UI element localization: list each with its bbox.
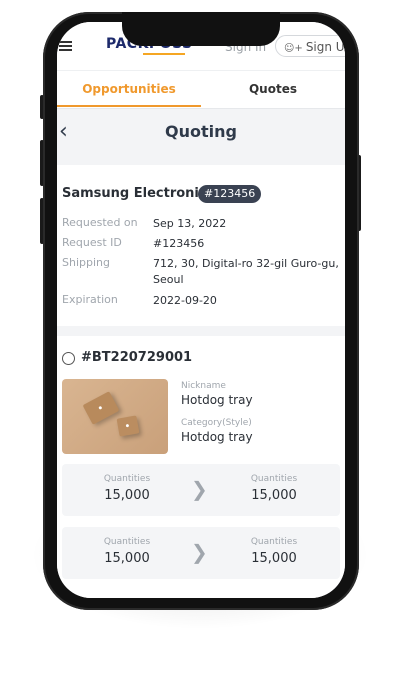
detail-key: Expiration [62,293,118,306]
quantity-row: Quantities 15,000 ❯ Quantities 15,000 [62,527,340,579]
product-thumbnail [62,379,168,454]
company-name: Samsung Electronic [62,186,207,201]
phone-screen: PACKPOSS Sign In ☺+Sign Up Opportunities… [57,22,345,598]
detail-key: Requested on [62,216,138,229]
quantity-row: Quantities 15,000 ❯ Quantities 15,000 [62,464,340,516]
request-badge: #123456 [198,185,262,203]
phone-notch [122,12,280,46]
tab-bar: Opportunities Quotes [57,70,345,109]
quote-select-radio[interactable] [62,352,75,365]
active-tab-indicator [57,105,201,107]
detail-key: Request ID [62,236,122,249]
quantity-label: Quantities [250,537,298,547]
sign-up-button[interactable]: ☺+Sign Up [275,35,345,57]
detail-value: 2022-09-20 [153,294,217,307]
box-image [82,391,120,425]
menu-icon[interactable] [59,41,72,51]
quantity-label: Quantities [250,474,298,484]
tab-quotes[interactable]: Quotes [201,71,345,108]
quote-id: #BT220729001 [81,350,193,365]
tab-opportunities[interactable]: Opportunities [57,71,201,108]
category-value: Hotdog tray [181,430,253,444]
quote-card: #BT220729001 Nickname Hotdog tray Catego… [57,336,345,598]
sign-up-label: Sign Up [305,40,345,54]
request-card: Samsung Electronic #123456 Requested on … [57,165,345,326]
detail-value: 712, 30, Digital-ro 32-gil Guro-gu, Seou… [153,257,339,286]
quantity-label: Quantities [103,537,151,547]
detail-key: Shipping [62,256,110,269]
add-user-icon: ☺+ [284,43,303,54]
quantity-value: 15,000 [104,488,150,503]
nickname-value: Hotdog tray [181,393,253,407]
detail-value: #123456 [153,237,205,250]
box-image [116,415,140,437]
quantity-value: 15,000 [251,551,297,566]
chevron-right-icon: ❯ [191,540,208,564]
quantity-value: 15,000 [251,488,297,503]
page-title: Quoting [165,122,237,141]
logo-underline [143,53,185,55]
page-header: ‹ Quoting [57,108,345,158]
nickname-label: Nickname [181,381,226,391]
chevron-right-icon: ❯ [191,477,208,501]
category-label: Category(Style) [181,418,252,428]
detail-value: Sep 13, 2022 [153,217,227,230]
quantity-label: Quantities [103,474,151,484]
quantity-value: 15,000 [104,551,150,566]
